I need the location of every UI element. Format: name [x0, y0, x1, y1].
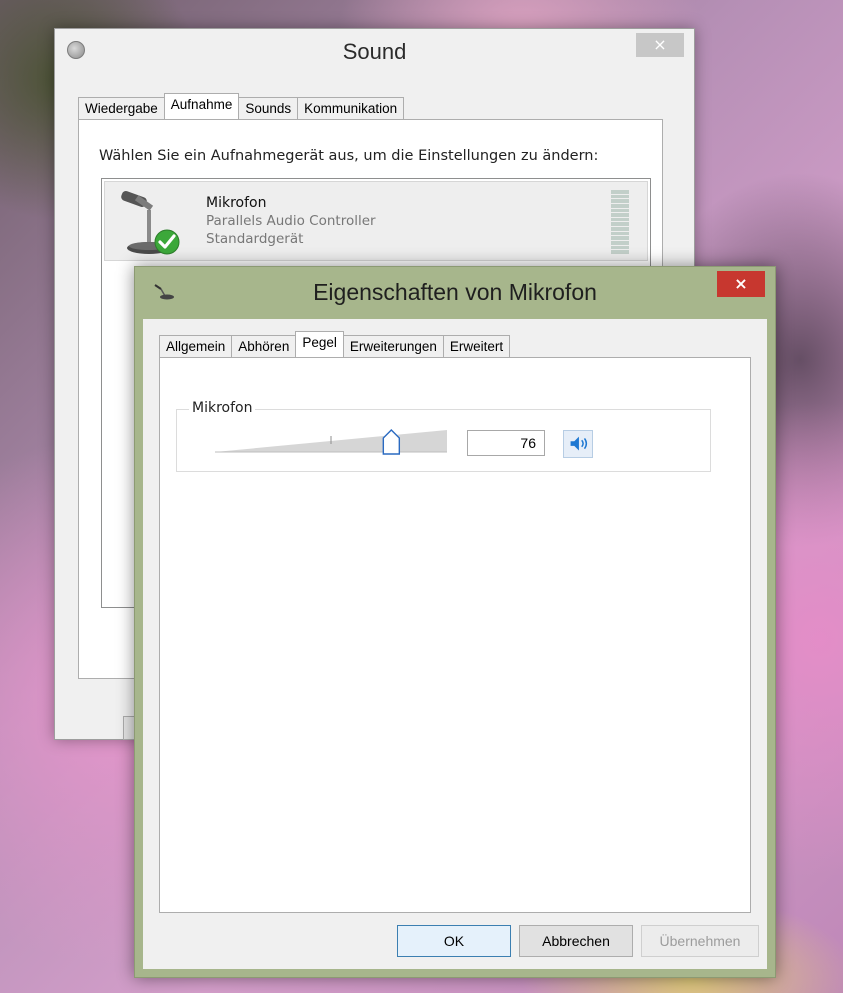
tab-sounds[interactable]: Sounds	[238, 97, 299, 119]
apply-button[interactable]: Übernehmen	[641, 925, 759, 957]
tab-erweiterungen[interactable]: Erweiterungen	[342, 335, 444, 357]
speaker-icon	[570, 436, 588, 451]
tab-allgemein[interactable]: Allgemein	[159, 335, 233, 357]
level-group-label: Mikrofon	[189, 400, 256, 416]
recording-instruction: Wählen Sie ein Aufnahmegerät aus, um die…	[99, 148, 599, 164]
sound-titlebar[interactable]: Sound ×	[55, 29, 694, 79]
device-status: Standardgerät	[206, 231, 304, 247]
tab-erweitert[interactable]: Erweitert	[442, 335, 511, 357]
properties-dialog: Eigenschaften von Mikrofon × Allgemein A…	[134, 266, 776, 978]
device-controller: Parallels Audio Controller	[206, 213, 376, 229]
device-name: Mikrofon	[206, 195, 267, 211]
properties-close-button[interactable]: ×	[717, 271, 765, 297]
microphone-icon	[121, 190, 180, 255]
mikrofon-level-group: Mikrofon 76	[176, 400, 711, 472]
properties-title: Eigenschaften von Mikrofon	[313, 279, 597, 305]
tab-abhoeren[interactable]: Abhören	[231, 335, 297, 357]
sound-window-title: Sound	[342, 39, 407, 64]
cancel-button[interactable]: Abbrechen	[519, 925, 633, 957]
properties-titlebar[interactable]: Eigenschaften von Mikrofon ×	[135, 267, 775, 319]
device-row-mikrofon[interactable]: Mikrofon Parallels Audio Controller Stan…	[104, 181, 648, 261]
level-panel: Mikrofon 76	[159, 357, 751, 913]
tab-pegel[interactable]: Pegel	[295, 331, 344, 357]
sound-tab-bar: Wiedergabe Aufnahme Sounds Kommunikation	[78, 93, 405, 119]
tab-aufnahme[interactable]: Aufnahme	[163, 93, 240, 119]
tab-wiedergabe[interactable]: Wiedergabe	[78, 97, 165, 119]
sound-close-button[interactable]: ×	[636, 33, 684, 57]
level-value-field[interactable]: 76	[467, 430, 545, 456]
tab-kommunikation[interactable]: Kommunikation	[297, 97, 405, 119]
mute-toggle-button[interactable]	[563, 430, 593, 458]
device-level-meter	[611, 190, 629, 254]
ok-button[interactable]: OK	[397, 925, 511, 957]
properties-client-area: Allgemein Abhören Pegel Erweiterungen Er…	[143, 319, 767, 969]
level-slider[interactable]	[215, 426, 447, 456]
properties-tab-bar: Allgemein Abhören Pegel Erweiterungen Er…	[159, 327, 511, 357]
level-slider-thumb[interactable]	[382, 429, 401, 455]
